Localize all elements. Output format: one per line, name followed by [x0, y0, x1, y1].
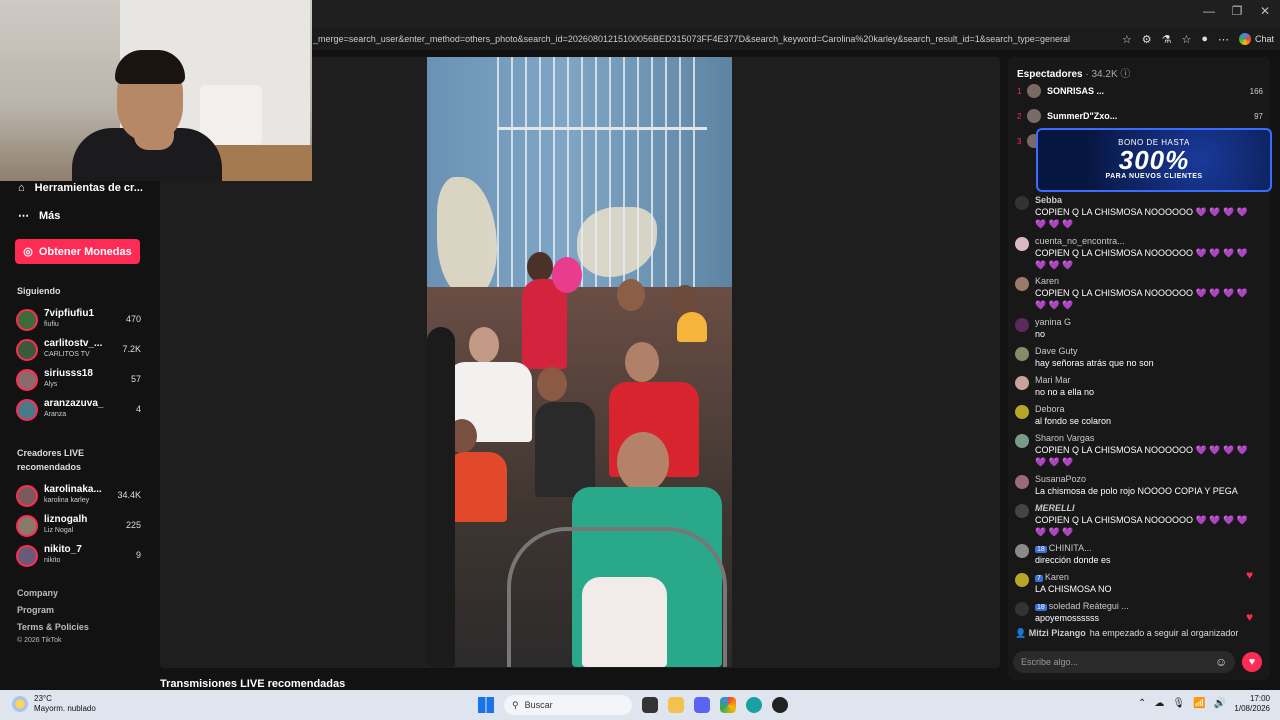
avatar [1015, 504, 1029, 518]
avatar [1015, 196, 1029, 210]
avatar [16, 369, 38, 391]
mic-icon[interactable]: 🎙 [1172, 698, 1185, 709]
maximize-button[interactable]: ❐ [1224, 4, 1250, 18]
recommended-live-title: Transmisiones LIVE recomendadas [160, 678, 346, 690]
footer-terms-link[interactable]: Terms & Policies [17, 622, 89, 632]
viewers-title: Espectadores · 34.2K ⓘ [1017, 69, 1131, 80]
avatar [1015, 318, 1029, 332]
home-icon: ⌂ [18, 182, 25, 194]
webcam-overlay [0, 0, 312, 181]
avatar [16, 339, 38, 361]
photos-icon[interactable] [720, 697, 736, 713]
emoji-icon[interactable]: ☺ [1215, 655, 1227, 669]
cloud-sun-icon [12, 696, 28, 712]
avatar [1015, 376, 1029, 390]
avatar [16, 485, 38, 507]
avatar [1015, 602, 1029, 616]
taskbar: 23°C Mayorm. nublado ⚲ Buscar ⌃ ☁ 🎙 📶 🔊 17… [0, 690, 1280, 720]
recommended-creators-title: Creadores LIVE recomendados [17, 448, 85, 472]
avatar [16, 515, 38, 537]
star-icon[interactable]: ☆ [1122, 33, 1132, 46]
task-view-icon[interactable] [642, 697, 658, 713]
file-explorer-icon[interactable] [668, 697, 684, 713]
get-coins-button[interactable]: ◎ Obtener Monedas [15, 239, 140, 264]
chat-input[interactable]: Escribe algo... [1013, 651, 1235, 673]
avatar [1027, 109, 1041, 123]
avatar [1015, 277, 1029, 291]
avatar [16, 309, 38, 331]
flask-icon[interactable]: ⚗ [1162, 33, 1172, 46]
avatar [1015, 475, 1029, 489]
avatar [1015, 544, 1029, 558]
edge-icon[interactable] [746, 697, 762, 713]
more-icon: ⋯ [18, 210, 29, 222]
recommended-item[interactable]: nikito_7 nikito 9 [16, 544, 141, 570]
windows-start-icon[interactable] [478, 697, 494, 713]
discord-icon[interactable] [694, 697, 710, 713]
avatar [1015, 434, 1029, 448]
avatar [1015, 347, 1029, 361]
recommended-item[interactable]: liznogalh Liz Nogal 225 [16, 514, 141, 540]
heart-icon: ♥ [1246, 610, 1254, 624]
gemini-icon [1238, 33, 1251, 45]
search-icon: ⚲ [512, 699, 519, 710]
heart-icon: ♥ [1246, 568, 1254, 582]
like-button[interactable]: ♥ [1242, 652, 1262, 672]
weather-widget[interactable]: 23°C Mayorm. nublado [12, 694, 96, 714]
close-window-button[interactable]: ✕ [1252, 4, 1278, 18]
avatar [1015, 573, 1029, 587]
footer-copyright: © 2026 TikTok [17, 637, 62, 644]
live-video[interactable] [427, 57, 732, 667]
profile-icon[interactable]: ● [1201, 33, 1208, 45]
clock[interactable]: 17:00 1/08/2026 [1234, 694, 1270, 714]
chat-button[interactable]: Chat [1238, 33, 1274, 45]
person-icon: 👤 [1015, 628, 1027, 638]
following-item[interactable]: carlitostv_... CARLITOS TV 7.2K [16, 338, 141, 364]
heart-icon: ♥ [1248, 656, 1256, 668]
extension-icon[interactable]: ⚙ [1142, 33, 1152, 46]
following-title: Siguiendo [17, 286, 61, 296]
chevron-up-icon[interactable]: ⌃ [1138, 698, 1146, 709]
volume-icon[interactable]: 🔊 [1214, 698, 1226, 709]
menu-icon[interactable]: ⋯ [1218, 33, 1229, 46]
url-text[interactable]: _merge=search_user&enter_method=others_p… [313, 28, 1073, 50]
wifi-icon[interactable]: 📶 [1193, 698, 1205, 709]
cloud-icon[interactable]: ☁ [1154, 698, 1164, 709]
following-item[interactable]: 7vipfiufiu1 fiufiu 470 [16, 308, 141, 334]
recommended-item[interactable]: karolinaka... karolina karley 34.4K [16, 484, 141, 510]
footer-program-link[interactable]: Program [17, 605, 54, 615]
avatar [1027, 84, 1041, 98]
follow-notice: 👤 Mitzi Pizango ha empezado a seguir al o… [1015, 628, 1239, 638]
minimize-button[interactable]: — [1196, 4, 1222, 18]
obs-icon[interactable] [772, 697, 788, 713]
sidebar-item-more[interactable]: ⋯ Más [18, 209, 60, 223]
viewer-rank-row[interactable]: 2 SummerD"Zxo... 97 [1017, 108, 1263, 124]
viewer-rank-row[interactable]: 1 SONRISAS ... 166 [1017, 83, 1263, 99]
footer-company-link[interactable]: Company [17, 588, 58, 598]
avatar [1015, 237, 1029, 251]
avatar [1015, 405, 1029, 419]
taskbar-search[interactable]: ⚲ Buscar [504, 695, 632, 715]
avatar [16, 545, 38, 567]
following-item[interactable]: aranzazuva_ Aranza 4 [16, 398, 141, 424]
promo-banner[interactable]: BONO DE HASTA 300% PARA NUEVOS CLIENTES [1036, 128, 1272, 192]
following-item[interactable]: siriusss18 Alys 57 [16, 368, 141, 394]
coin-icon: ◎ [23, 246, 33, 258]
bookmark-icon[interactable]: ☆ [1181, 33, 1191, 46]
avatar [16, 399, 38, 421]
sidebar-item-creator-tools[interactable]: ⌂ Herramientas de cr... [18, 182, 143, 194]
info-icon[interactable]: ⓘ [1120, 69, 1130, 80]
